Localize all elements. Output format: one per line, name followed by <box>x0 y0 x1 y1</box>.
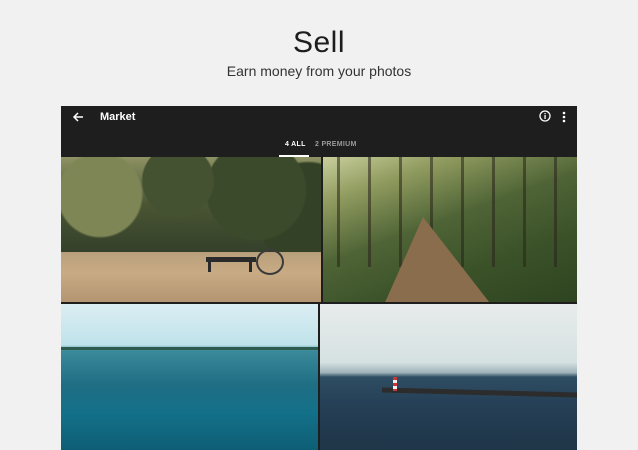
lighthouse-shape <box>393 377 397 391</box>
bench-leg <box>249 262 252 272</box>
distant-shore <box>61 347 318 350</box>
photo-forest-path[interactable] <box>323 157 577 302</box>
app-bar-title: Market <box>100 111 136 123</box>
dirt-path <box>383 217 493 302</box>
tab-premium[interactable]: 2 PREMIUM <box>315 141 357 157</box>
bench-leg <box>208 262 211 272</box>
arrow-back-icon[interactable] <box>69 108 87 126</box>
photo-bench-forest[interactable] <box>61 157 321 302</box>
promo-headline: Sell <box>292 26 346 59</box>
bicycle-shape <box>256 249 284 275</box>
photo-pier-lighthouse[interactable] <box>320 304 577 450</box>
tab-bar: 4 ALL 2 PREMIUM <box>61 136 577 158</box>
photo-trees <box>61 157 321 252</box>
app-bar: Market <box>61 106 577 128</box>
promo-subheadline: Earn money from your photos <box>226 63 412 79</box>
photo-sea[interactable] <box>61 304 318 450</box>
info-icon[interactable] <box>538 109 552 123</box>
more-vert-icon[interactable] <box>558 109 570 125</box>
app-screen: Market 4 ALL 2 PREMIUM <box>61 106 577 450</box>
pier-shape <box>382 387 577 398</box>
